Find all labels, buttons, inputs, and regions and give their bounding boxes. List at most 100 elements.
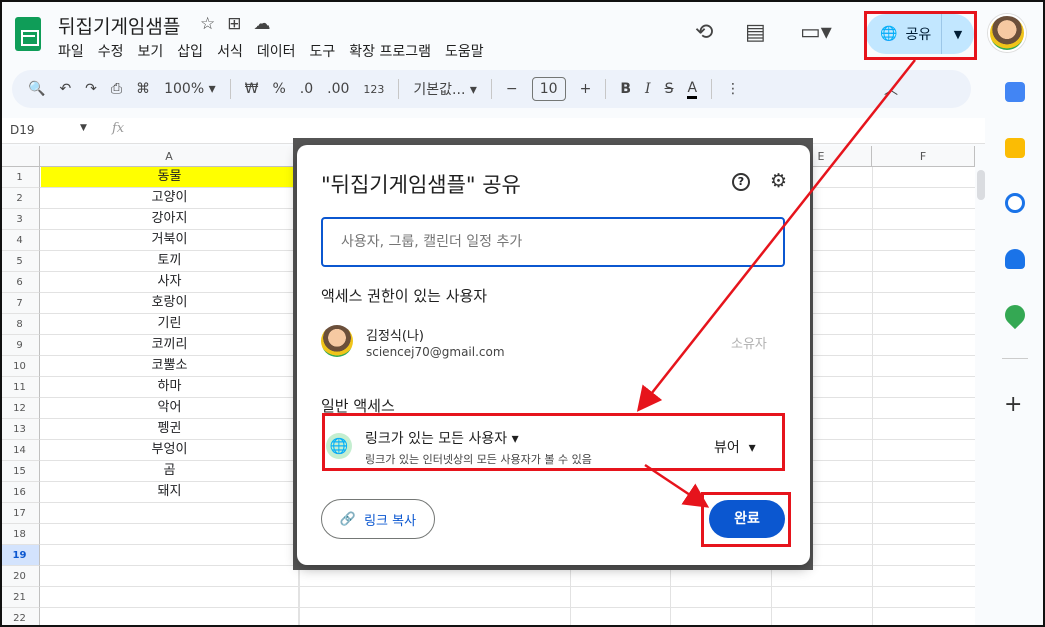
bold-button[interactable]: B	[620, 81, 631, 97]
row-header[interactable]: 19	[0, 545, 40, 566]
chevron-down-icon[interactable]: ▼	[80, 123, 87, 133]
increase-font-button[interactable]: +	[580, 81, 592, 97]
row-header[interactable]: 7	[0, 293, 40, 314]
row-header[interactable]: 5	[0, 251, 40, 272]
row-header[interactable]: 20	[0, 566, 40, 587]
search-icon[interactable]: 🔍	[28, 81, 45, 97]
menu-format[interactable]: 서식	[217, 41, 243, 61]
table-cell[interactable]: 하마	[41, 377, 299, 398]
menu-help[interactable]: 도움말	[445, 41, 484, 61]
table-cell[interactable]	[41, 524, 299, 545]
move-folder-icon[interactable]: ⊞	[227, 14, 241, 34]
table-cell[interactable]	[41, 566, 299, 587]
star-icon[interactable]: ☆	[200, 14, 215, 34]
vertical-scrollbar[interactable]	[977, 170, 985, 200]
keep-icon[interactable]	[1005, 138, 1025, 158]
table-cell[interactable]: 토끼	[41, 251, 299, 272]
menu-tools[interactable]: 도구	[309, 41, 335, 61]
row-header[interactable]: 21	[0, 587, 40, 608]
row-header[interactable]: 12	[0, 398, 40, 419]
row-header[interactable]: 1	[0, 167, 40, 188]
increase-decimal-button[interactable]: .00	[327, 81, 349, 97]
table-cell[interactable]	[41, 503, 299, 524]
contacts-icon[interactable]	[1005, 249, 1025, 269]
table-cell[interactable]	[41, 608, 299, 627]
table-cell[interactable]: 거북이	[41, 230, 299, 251]
table-cell[interactable]	[41, 545, 299, 566]
table-cell[interactable]: 부엉이	[41, 440, 299, 461]
menu-file[interactable]: 파일	[58, 41, 84, 61]
calendar-icon[interactable]	[1005, 82, 1025, 102]
table-cell[interactable]: 곰	[41, 461, 299, 482]
table-cell[interactable]: 코뿔소	[41, 356, 299, 377]
table-cell[interactable]: 호랑이	[41, 293, 299, 314]
text-color-button[interactable]: A	[687, 80, 698, 99]
currency-button[interactable]: ₩	[245, 81, 259, 97]
select-all-corner[interactable]	[0, 146, 40, 167]
menu-insert[interactable]: 삽입	[177, 41, 203, 61]
font-select[interactable]: 기본값... ▾	[413, 79, 476, 99]
font-size-input[interactable]: 10	[531, 77, 566, 101]
column-header-a[interactable]: A	[40, 146, 299, 167]
column-header-f[interactable]: F	[872, 146, 975, 167]
menu-data[interactable]: 데이터	[257, 41, 296, 61]
cloud-saved-icon[interactable]: ☁	[254, 14, 271, 34]
table-cell[interactable]: 돼지	[41, 482, 299, 503]
table-cell[interactable]: 펭귄	[41, 419, 299, 440]
header-cell[interactable]: 동물	[41, 167, 299, 188]
row-header[interactable]: 9	[0, 335, 40, 356]
zoom-select[interactable]: 100% ▾	[164, 81, 216, 97]
row-header[interactable]: 16	[0, 482, 40, 503]
table-cell[interactable]: 강아지	[41, 209, 299, 230]
row-header[interactable]: 3	[0, 209, 40, 230]
menu-extensions[interactable]: 확장 프로그램	[349, 41, 431, 61]
document-title[interactable]: 뒤집기게임샘플	[58, 12, 180, 39]
table-cell[interactable]: 악어	[41, 398, 299, 419]
italic-button[interactable]: I	[645, 81, 651, 97]
row-header[interactable]: 6	[0, 272, 40, 293]
gear-icon[interactable]: ⚙	[770, 170, 787, 192]
tasks-icon[interactable]	[1005, 193, 1025, 213]
row-header[interactable]: 18	[0, 524, 40, 545]
cell-reference[interactable]: D19	[10, 123, 35, 137]
decrease-font-button[interactable]: −	[506, 81, 518, 97]
maps-icon[interactable]	[1000, 300, 1030, 330]
decrease-decimal-button[interactable]: .0	[300, 81, 313, 97]
row-header[interactable]: 17	[0, 503, 40, 524]
table-cell[interactable]	[41, 587, 299, 608]
row-header[interactable]: 8	[0, 314, 40, 335]
more-icon[interactable]: ⋮	[726, 81, 740, 97]
video-camera-icon[interactable]: ▭▾	[800, 20, 832, 45]
row-header[interactable]: 11	[0, 377, 40, 398]
sheets-logo-icon[interactable]	[15, 17, 41, 51]
menu-view[interactable]: 보기	[138, 41, 164, 61]
help-icon[interactable]: ?	[732, 173, 750, 191]
number-format-button[interactable]: 123	[363, 83, 384, 96]
undo-icon[interactable]: ↶	[59, 81, 71, 97]
add-icon[interactable]: +	[1004, 392, 1022, 417]
comment-icon[interactable]: ▤	[745, 20, 766, 45]
divider	[490, 79, 492, 99]
paint-format-icon[interactable]: ⌘	[136, 81, 150, 97]
redo-icon[interactable]: ↷	[85, 81, 97, 97]
table-cell[interactable]: 고양이	[41, 188, 299, 209]
row-header[interactable]: 15	[0, 461, 40, 482]
copy-link-button[interactable]: 🔗 링크 복사	[321, 499, 435, 539]
row-header[interactable]: 22	[0, 608, 40, 627]
row-header[interactable]: 13	[0, 419, 40, 440]
collapse-chevron-icon[interactable]: ︿	[884, 79, 898, 99]
row-header[interactable]: 2	[0, 188, 40, 209]
table-cell[interactable]: 기린	[41, 314, 299, 335]
row-header[interactable]: 10	[0, 356, 40, 377]
print-icon[interactable]: ⎙	[111, 81, 122, 97]
percent-button[interactable]: %	[272, 81, 285, 97]
table-cell[interactable]: 사자	[41, 272, 299, 293]
avatar[interactable]	[988, 14, 1026, 52]
menu-edit[interactable]: 수정	[98, 41, 124, 61]
row-header[interactable]: 14	[0, 440, 40, 461]
row-header[interactable]: 4	[0, 230, 40, 251]
history-icon[interactable]: ⟲	[695, 20, 713, 45]
add-people-input[interactable]	[321, 217, 785, 267]
table-cell[interactable]: 코끼리	[41, 335, 299, 356]
strikethrough-button[interactable]: S	[665, 81, 674, 97]
